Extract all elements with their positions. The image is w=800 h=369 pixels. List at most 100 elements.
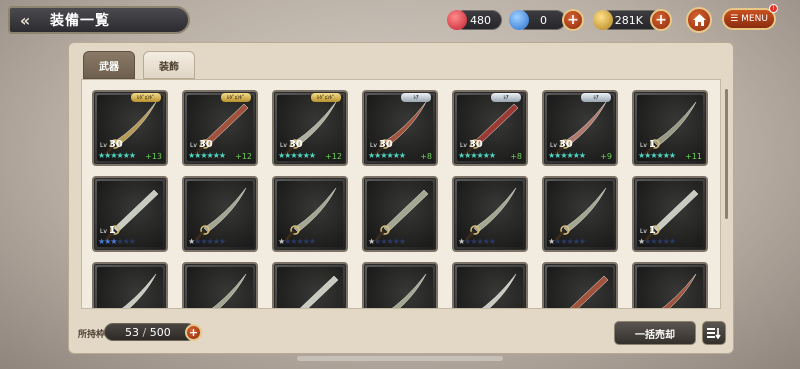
sword-icon [122, 273, 157, 308]
equipment-card[interactable]: ★★★★★★ [542, 176, 618, 252]
sort-button[interactable] [702, 321, 726, 345]
equipment-card[interactable]: ★★★★★★ [452, 262, 528, 308]
equipment-card[interactable]: ﾚｱ Lv 30 ★★★★★★ +8 [452, 90, 528, 166]
equipment-card[interactable]: Lv 1 ★★★★★★ [92, 176, 168, 252]
equipment-card[interactable]: ★★★★★★ [632, 262, 708, 308]
star-empty-icon: ★ [398, 237, 406, 246]
equipment-card[interactable]: ★★★★★★ [362, 176, 438, 252]
equipment-card[interactable]: ﾚｼﾞｪﾝﾄﾞ Lv 30 ★★★★★★ +12 [272, 90, 348, 166]
sword-icon [392, 273, 427, 308]
menu-button[interactable]: ☰ MENU [722, 8, 776, 30]
title-bar: « 装備一覧 [8, 6, 190, 34]
equipment-grid: ﾚｼﾞｪﾝﾄﾞ Lv 30 ★★★★★★ +13 ﾚｼﾞｪﾝﾄﾞ Lv 30 ★★★★★★ +… [81, 79, 721, 309]
sword-icon [569, 275, 609, 308]
level-prefix: Lv [190, 142, 199, 149]
level-value: 1 [648, 225, 656, 236]
rarity-badge: ﾚｱ [491, 93, 521, 102]
gold-value: 281K [614, 13, 643, 27]
level-prefix: Lv [100, 142, 109, 149]
equipment-card[interactable]: Lv 1 ★★★★★★ +11 [632, 90, 708, 166]
star-filled-icon: ★ [308, 151, 316, 160]
scrollbar[interactable] [725, 89, 728, 219]
capacity-separator: / [139, 325, 150, 339]
tab-weapons[interactable]: 武器 [83, 51, 135, 79]
level-prefix: Lv [460, 142, 469, 149]
equipment-card[interactable]: ﾚｱ Lv 30 ★★★★★★ +8 [362, 90, 438, 166]
notification-badge: ! [769, 4, 778, 13]
level-prefix: Lv [100, 228, 109, 235]
level-value: 30 [198, 139, 213, 150]
sword-icon [554, 187, 607, 241]
expand-capacity-button[interactable]: + [185, 324, 202, 341]
home-indicator [297, 356, 503, 361]
star-rating: ★★★★★★ [98, 151, 136, 161]
level-value: 1 [648, 139, 656, 150]
home-button[interactable] [686, 7, 712, 33]
star-rating: ★★★★★★ [98, 237, 136, 247]
equipment-card[interactable]: Lv 1 ★★★★★★ [632, 176, 708, 252]
level-label: Lv 30 [280, 139, 303, 150]
level-label: Lv 30 [370, 139, 393, 150]
star-rating: ★★★★★★ [638, 151, 676, 161]
equipment-card[interactable]: ★★★★★★ [92, 262, 168, 308]
equipment-card[interactable]: ★★★★★★ [272, 262, 348, 308]
star-rating: ★★★★★★ [458, 237, 496, 247]
add-gold-button[interactable]: + [650, 9, 672, 31]
rarity-badge: ﾚｼﾞｪﾝﾄﾞ [221, 93, 251, 102]
equipment-card[interactable]: ﾚｼﾞｪﾝﾄﾞ Lv 30 ★★★★★★ +12 [182, 90, 258, 166]
star-empty-icon: ★ [218, 237, 226, 246]
equipment-card[interactable]: ★★★★★★ [272, 176, 348, 252]
back-button[interactable]: « [10, 8, 40, 32]
plus-value: +9 [600, 152, 612, 161]
plus-value: +12 [325, 152, 342, 161]
sword-icon [374, 189, 429, 241]
equipment-card[interactable]: ★★★★★★ [452, 176, 528, 252]
equipment-card[interactable]: ★★★★★★ [542, 262, 618, 308]
add-blue-gem-button[interactable]: + [562, 9, 584, 31]
sort-icon [707, 328, 721, 339]
plus-value: +12 [235, 152, 252, 161]
blue-gem-icon [509, 10, 529, 30]
star-filled-icon: ★ [668, 151, 676, 160]
star-rating: ★★★★★★ [638, 237, 676, 247]
level-value: 1 [108, 225, 116, 236]
sword-icon [299, 275, 339, 308]
rarity-badge: ﾚｱ [581, 93, 611, 102]
equipment-card[interactable]: ★★★★★★ [182, 176, 258, 252]
star-rating: ★★★★★★ [548, 151, 586, 161]
tab-accessories[interactable]: 装飾 [143, 51, 195, 79]
star-empty-icon: ★ [308, 237, 316, 246]
blue-gem-counter: 0 [509, 10, 566, 30]
level-label: Lv 30 [190, 139, 213, 150]
star-filled-icon: ★ [398, 151, 406, 160]
star-empty-icon: ★ [488, 237, 496, 246]
plus-value: +11 [685, 152, 702, 161]
level-prefix: Lv [640, 228, 649, 235]
rarity-badge: ﾚｼﾞｪﾝﾄﾞ [311, 93, 341, 102]
blue-gem-value: 0 [540, 13, 547, 27]
level-prefix: Lv [550, 142, 559, 149]
equipment-card[interactable]: ﾚｱ Lv 30 ★★★★★★ +9 [542, 90, 618, 166]
star-filled-icon: ★ [488, 151, 496, 160]
equipment-card[interactable]: ★★★★★★ [182, 262, 258, 308]
star-filled-icon: ★ [128, 151, 136, 160]
star-filled-icon: ★ [218, 151, 226, 160]
star-rating: ★★★★★★ [368, 151, 406, 161]
star-rating: ★★★★★★ [188, 237, 226, 247]
level-label: Lv 30 [550, 139, 573, 150]
equipment-card[interactable]: ﾚｼﾞｪﾝﾄﾞ Lv 30 ★★★★★★ +13 [92, 90, 168, 166]
level-label: Lv 30 [100, 139, 123, 150]
gold-coin-icon [593, 10, 613, 30]
rarity-badge: ﾚｼﾞｪﾝﾄﾞ [131, 93, 161, 102]
sword-icon [284, 187, 337, 241]
home-icon [692, 14, 706, 26]
capacity-label: 所持枠 [78, 330, 106, 340]
red-gem-value: 480 [470, 13, 491, 27]
level-value: 30 [288, 139, 303, 150]
star-rating: ★★★★★★ [548, 237, 586, 247]
page-title: 装備一覧 [50, 13, 110, 29]
level-value: 30 [378, 139, 393, 150]
star-rating: ★★★★★★ [278, 151, 316, 161]
bulk-sell-button[interactable]: 一括売却 [614, 321, 696, 345]
equipment-card[interactable]: ★★★★★★ [362, 262, 438, 308]
